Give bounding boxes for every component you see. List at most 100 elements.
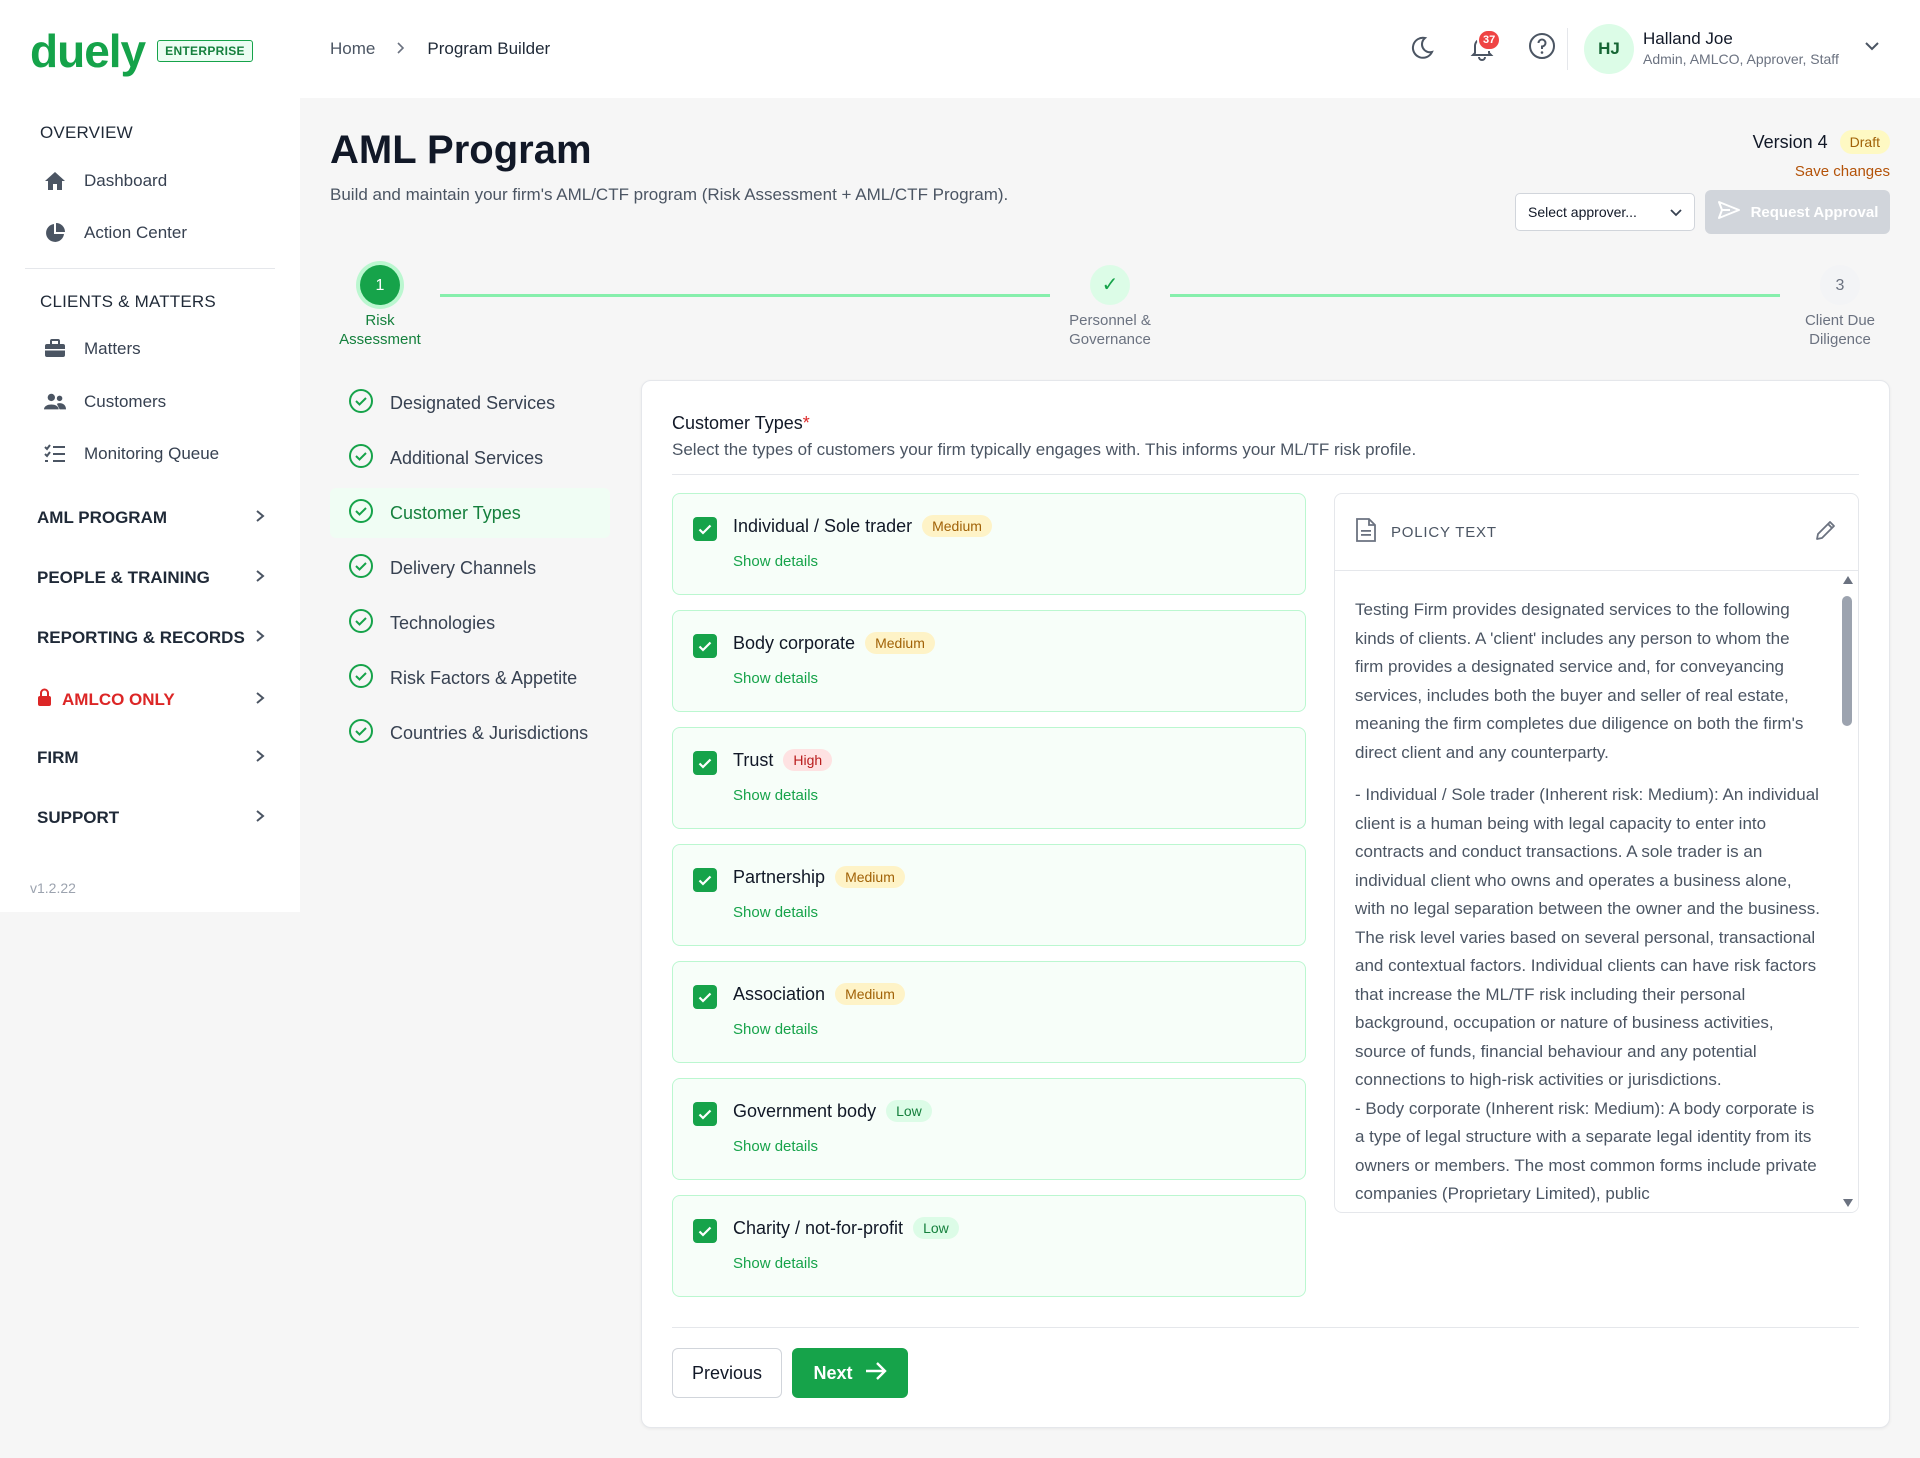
check-circle-icon — [348, 718, 374, 749]
customer-type-card[interactable]: Charity / not-for-profit Low Show details — [672, 1195, 1306, 1297]
customer-type-card[interactable]: Government body Low Show details — [672, 1078, 1306, 1180]
pie-chart-icon — [44, 222, 66, 244]
nav-customers[interactable]: Customers — [44, 391, 166, 413]
substep-countries-jurisdictions[interactable]: Countries & Jurisdictions — [330, 708, 610, 758]
nav-group-label: REPORTING & RECORDS — [37, 628, 245, 647]
checkbox[interactable] — [693, 751, 717, 775]
substep-label: Countries & Jurisdictions — [390, 722, 589, 743]
scrollbar-thumb[interactable] — [1842, 596, 1852, 726]
nav-group-people-training[interactable]: PEOPLE & TRAINING — [37, 568, 265, 588]
request-approval-label: Request Approval — [1750, 203, 1879, 221]
save-changes-link[interactable]: Save changes — [1795, 163, 1890, 180]
step-risk-assessment[interactable]: 1 Risk Assessment — [330, 265, 430, 349]
customer-type-card[interactable]: Partnership Medium Show details — [672, 844, 1306, 946]
section-clients: CLIENTS & MATTERS — [40, 292, 216, 311]
chevron-down-icon[interactable] — [1864, 38, 1880, 56]
nav-action-center[interactable]: Action Center — [44, 222, 187, 244]
step-label-line1: Personnel & — [1069, 312, 1151, 329]
checkbox[interactable] — [693, 517, 717, 541]
risk-badge: Low — [886, 1100, 932, 1122]
user-name[interactable]: Halland Joe — [1643, 29, 1733, 49]
customer-type-card[interactable]: Association Medium Show details — [672, 961, 1306, 1063]
substep-technologies[interactable]: Technologies — [330, 598, 610, 648]
help-icon[interactable] — [1527, 31, 1557, 61]
status-badge: Draft — [1839, 130, 1890, 154]
logo[interactable]: duely ENTERPRISE — [30, 26, 253, 76]
substep-designated-services[interactable]: Designated Services — [330, 378, 610, 428]
checkbox[interactable] — [693, 634, 717, 658]
customer-type-label-row: Association Medium — [733, 983, 905, 1005]
lock-icon — [37, 688, 52, 712]
substep-label: Delivery Channels — [390, 557, 537, 578]
nav-group-reporting-records[interactable]: REPORTING & RECORDS — [37, 628, 265, 648]
policy-body: Testing Firm provides designated service… — [1355, 596, 1820, 1209]
customer-types-panel: Customer Types* Select the types of cust… — [641, 380, 1890, 1428]
home-icon — [44, 170, 66, 192]
customer-type-label-row: Government body Low — [733, 1100, 932, 1122]
customer-type-card[interactable]: Body corporate Medium Show details — [672, 610, 1306, 712]
show-details-link[interactable]: Show details — [733, 1138, 818, 1155]
checkbox[interactable] — [693, 985, 717, 1009]
checkbox[interactable] — [693, 1102, 717, 1126]
customer-type-label: Government body — [733, 1100, 877, 1121]
sidebar: duely ENTERPRISE OVERVIEW Dashboard Acti… — [0, 0, 300, 912]
show-details-link[interactable]: Show details — [733, 1021, 818, 1038]
chevron-down-icon — [1670, 204, 1682, 220]
risk-badge: Medium — [922, 515, 992, 537]
checkbox[interactable] — [693, 1219, 717, 1243]
substep-label: Technologies — [390, 612, 496, 633]
nav-group-label: FIRM — [37, 748, 79, 767]
nav-group-amlco-only[interactable]: AMLCO ONLY — [37, 688, 265, 712]
show-details-link[interactable]: Show details — [733, 1255, 818, 1272]
substep-additional-services[interactable]: Additional Services — [330, 433, 610, 483]
check-circle-icon — [348, 443, 374, 474]
risk-badge: Medium — [835, 866, 905, 888]
nav-group-aml-program[interactable]: AML PROGRAM — [37, 508, 265, 528]
approver-select[interactable]: Select approver... — [1515, 193, 1695, 231]
nav-dashboard[interactable]: Dashboard — [44, 170, 167, 192]
edit-pencil-icon[interactable] — [1814, 518, 1838, 546]
customer-type-label-row: Trust High — [733, 749, 833, 771]
section-overview: OVERVIEW — [40, 123, 133, 142]
dark-mode-icon[interactable] — [1407, 33, 1437, 63]
customer-type-card[interactable]: Individual / Sole trader Medium Show deta… — [672, 493, 1306, 595]
substep-risk-factors[interactable]: Risk Factors & Appetite — [330, 653, 610, 703]
step-client-due-diligence[interactable]: 3 Client Due Diligence — [1790, 265, 1890, 349]
step-personnel-governance[interactable]: ✓ Personnel & Governance — [1060, 265, 1160, 349]
arrow-right-icon — [865, 1361, 887, 1385]
customer-type-label-row: Individual / Sole trader Medium — [733, 515, 992, 537]
customer-type-card[interactable]: Trust High Show details — [672, 727, 1306, 829]
avatar[interactable]: HJ — [1584, 24, 1634, 74]
step-connector — [440, 294, 1050, 297]
show-details-link[interactable]: Show details — [733, 553, 818, 570]
checkbox[interactable] — [693, 868, 717, 892]
nav-group-support[interactable]: SUPPORT — [37, 808, 265, 828]
substep-delivery-channels[interactable]: Delivery Channels — [330, 543, 610, 593]
previous-button[interactable]: Previous — [672, 1348, 782, 1398]
substep-customer-types[interactable]: Customer Types — [330, 488, 610, 538]
section-description: Select the types of customers your firm … — [672, 440, 1417, 459]
next-button[interactable]: Next — [792, 1348, 908, 1398]
list-check-icon — [44, 443, 66, 465]
policy-text-panel: POLICY TEXT Testing Firm provides design… — [1334, 493, 1859, 1213]
nav-matters[interactable]: Matters — [44, 338, 141, 360]
show-details-link[interactable]: Show details — [733, 670, 818, 687]
show-details-link[interactable]: Show details — [733, 787, 818, 804]
nav-monitoring-queue-label: Monitoring Queue — [84, 444, 220, 463]
check-circle-icon — [348, 553, 374, 584]
section-title-text: Customer Types — [672, 413, 803, 433]
breadcrumb-home[interactable]: Home — [330, 39, 375, 59]
divider — [672, 474, 1859, 475]
chevron-right-icon — [255, 628, 265, 648]
policy-paragraph: - Body corporate (Inherent risk: Medium)… — [1355, 1098, 1817, 1204]
section-title: Customer Types* — [672, 413, 810, 434]
show-details-link[interactable]: Show details — [733, 904, 818, 921]
request-approval-button[interactable]: Request Approval — [1705, 190, 1890, 234]
chevron-right-icon — [397, 39, 405, 59]
nav-group-amlco-wrap: AMLCO ONLY — [37, 688, 175, 712]
step-label-line2: Assessment — [339, 331, 421, 348]
nav-monitoring-queue[interactable]: Monitoring Queue — [44, 443, 219, 465]
step-label-line2: Diligence — [1809, 331, 1871, 348]
customer-type-label: Charity / not-for-profit — [733, 1217, 904, 1238]
nav-group-firm[interactable]: FIRM — [37, 748, 265, 768]
